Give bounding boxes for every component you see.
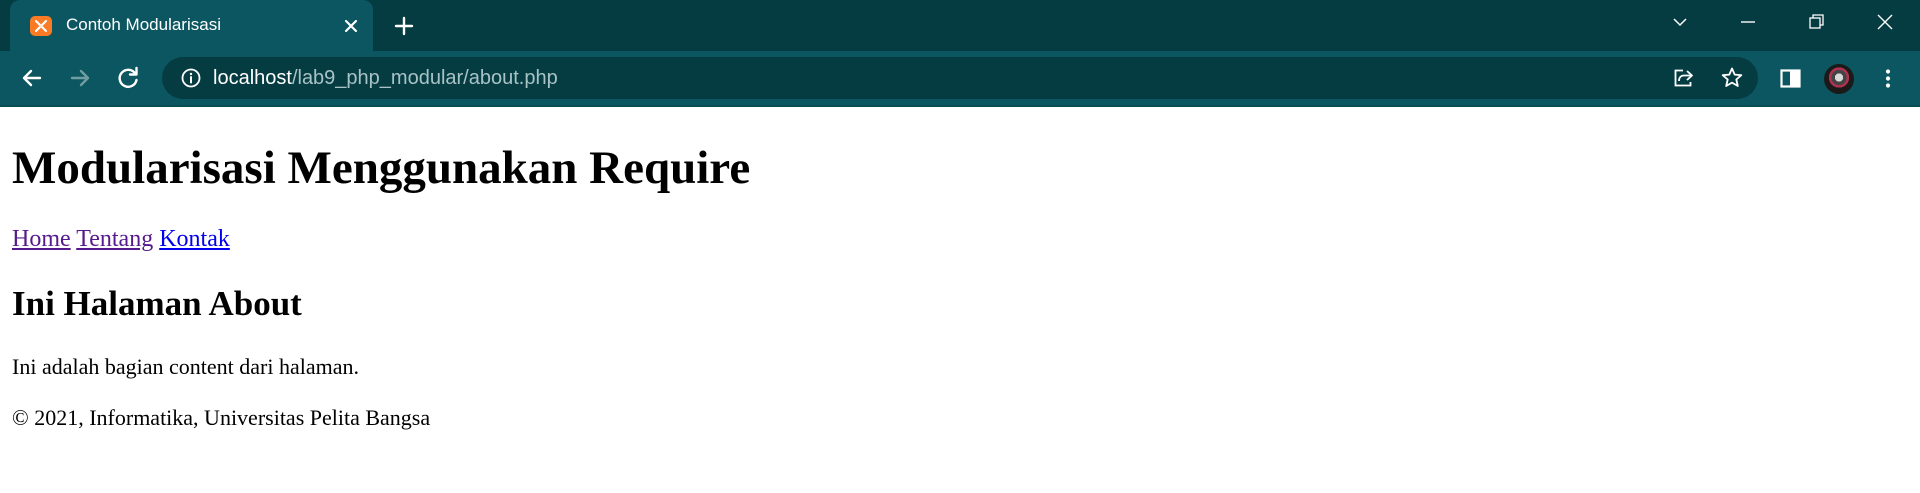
content-text: Ini adalah bagian content dari halaman. <box>12 354 359 379</box>
browser-toolbar: localhost/lab9_php_modular/about.php <box>0 51 1920 106</box>
browser-tab[interactable]: Contoh Modularisasi <box>10 0 373 51</box>
reload-icon[interactable] <box>114 64 142 92</box>
url-host: localhost <box>213 67 292 89</box>
toolbar-divider <box>0 105 1920 107</box>
tab-search-chevron-down-icon[interactable] <box>1665 10 1695 34</box>
restore-icon[interactable] <box>1801 10 1831 34</box>
forward-arrow-icon[interactable] <box>66 64 94 92</box>
page-title: Modularisasi Menggunakan Require <box>12 142 751 194</box>
address-bar[interactable]: localhost/lab9_php_modular/about.php <box>162 57 1758 99</box>
tab-strip: Contoh Modularisasi <box>0 0 1920 51</box>
share-icon[interactable] <box>1670 64 1698 92</box>
nav-link-home[interactable]: Home <box>12 226 71 252</box>
bookmark-star-icon[interactable] <box>1718 64 1746 92</box>
tab-title: Contoh Modularisasi <box>66 15 221 34</box>
back-arrow-icon[interactable] <box>18 64 46 92</box>
close-tab-icon[interactable] <box>340 15 362 37</box>
nav-link-kontak[interactable]: Kontak <box>159 226 230 252</box>
section-heading: Ini Halaman About <box>12 284 302 323</box>
minimize-icon[interactable] <box>1733 10 1763 34</box>
nav-link-tentang[interactable]: Tentang <box>76 226 153 252</box>
site-nav: Home Tentang Kontak <box>12 226 230 253</box>
xampp-icon <box>30 16 52 36</box>
site-info-icon[interactable] <box>180 67 202 89</box>
profile-avatar[interactable] <box>1824 64 1854 94</box>
new-tab-button[interactable] <box>392 14 416 38</box>
footer-text: © 2021, Informatika, Universitas Pelita … <box>12 405 431 430</box>
more-menu-icon[interactable] <box>1874 65 1902 93</box>
url-text[interactable]: localhost/lab9_php_modular/about.php <box>213 67 558 90</box>
side-panel-icon[interactable] <box>1777 65 1805 93</box>
close-window-icon[interactable] <box>1870 10 1900 34</box>
url-path: /lab9_php_modular/about.php <box>291 67 558 89</box>
